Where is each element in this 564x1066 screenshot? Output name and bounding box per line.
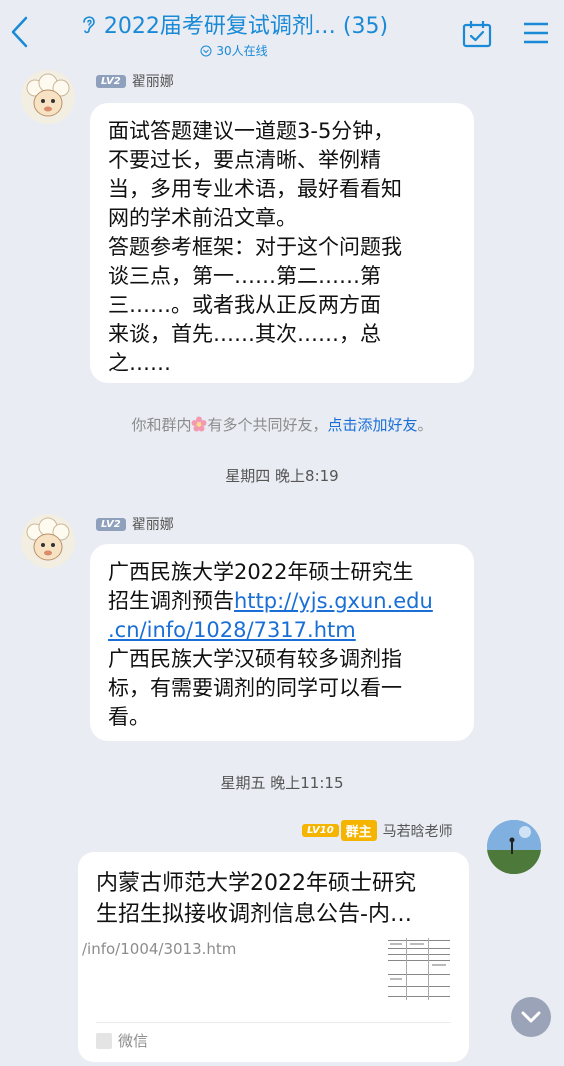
message-bubble[interactable]: 广西民族大学2022年硕士研究生 招生调剂预告http://yjs.gxun.e… bbox=[90, 544, 474, 741]
message-line: 谈三点，第一……第二……第 bbox=[108, 264, 381, 288]
back-arrow-icon[interactable] bbox=[8, 14, 32, 50]
system-notice: 你和群内 有多个共同好友，点击添加好友。 bbox=[0, 414, 564, 435]
message-line: 来谈，首先……其次……，总 bbox=[108, 322, 381, 346]
message-line: 当，多用专业术语，最好看看知 bbox=[108, 177, 402, 201]
ear-icon bbox=[83, 16, 95, 34]
message-link[interactable]: http://yjs.gxun.edu bbox=[234, 589, 433, 613]
sheep-avatar-icon bbox=[21, 70, 75, 124]
avatar[interactable] bbox=[487, 820, 541, 874]
link-share-card[interactable]: 内蒙古师范大学2022年硕士研究 生招生拟接收调剂信息公告-内… /info/1… bbox=[78, 852, 469, 1062]
sheep-avatar-icon bbox=[21, 514, 75, 568]
online-count: 30人在线 bbox=[216, 44, 268, 58]
flower-icon bbox=[191, 416, 207, 432]
message-line: 标，有需要调剂的同学可以看一 bbox=[108, 676, 402, 700]
level-badge: LV10 bbox=[302, 824, 339, 837]
system-text: 有多个共同好友， bbox=[207, 416, 328, 434]
message-line: 面试答题建议一道题3-5分钟， bbox=[108, 119, 395, 143]
card-title-line: 内蒙古师范大学2022年硕士研究 bbox=[96, 871, 416, 896]
online-chevron-icon bbox=[200, 45, 212, 56]
sender-name[interactable]: 马若晗老师 bbox=[383, 821, 453, 841]
sender-info: LV10 群主 马若晗老师 bbox=[302, 820, 453, 841]
timestamp: 星期五 晚上11:15 bbox=[220, 774, 344, 792]
timestamp: 星期四 晚上8:19 bbox=[225, 467, 339, 485]
sender-name[interactable]: 翟丽娜 bbox=[132, 71, 174, 91]
card-url: /info/1004/3013.htm bbox=[82, 940, 237, 958]
message-line: 答题参考框架：对于这个问题我 bbox=[108, 235, 402, 259]
message-line: .cn/info/1028/7317.htm bbox=[108, 616, 456, 645]
add-friend-link[interactable]: 点击添加好友 bbox=[328, 416, 418, 434]
message-line: 不要过长，要点清晰、举例精 bbox=[108, 148, 381, 172]
avatar[interactable] bbox=[21, 70, 75, 124]
card-title: 内蒙古师范大学2022年硕士研究 生招生拟接收调剂信息公告-内… bbox=[96, 868, 456, 930]
chat-title: 2022届考研复试调剂… (35) bbox=[103, 14, 389, 39]
sender-name[interactable]: 翟丽娜 bbox=[132, 514, 174, 534]
sender-info: LV2 翟丽娜 bbox=[96, 514, 174, 534]
message-line: 招生调剂预告http://yjs.gxun.edu bbox=[108, 587, 456, 616]
system-text: 。 bbox=[417, 416, 433, 434]
message-line: 看。 bbox=[108, 705, 150, 729]
chat-header: 2022届考研复试调剂… (35) 30人在线 bbox=[0, 0, 564, 64]
chat-title-area[interactable]: 2022届考研复试调剂… (35) 30人在线 bbox=[64, 8, 404, 59]
card-source: 微信 bbox=[96, 1030, 148, 1051]
message-line: 三……。或者我从正反两方面 bbox=[108, 293, 381, 317]
wechat-source-icon bbox=[96, 1032, 112, 1049]
sender-info: LV2 翟丽娜 bbox=[96, 71, 174, 91]
message-link[interactable]: .cn/info/1028/7317.htm bbox=[108, 618, 356, 642]
card-title-line: 生招生拟接收调剂信息公告-内… bbox=[96, 902, 412, 927]
message-line: 网的学术前沿文章。 bbox=[108, 206, 297, 230]
message-text: 招生调剂预告 bbox=[108, 589, 234, 613]
divider bbox=[96, 1022, 451, 1023]
menu-icon[interactable] bbox=[522, 20, 550, 46]
level-badge: LV2 bbox=[96, 74, 126, 88]
level-badge: LV2 bbox=[96, 517, 126, 531]
system-text: 你和群内 bbox=[131, 416, 192, 434]
scroll-down-button[interactable] bbox=[511, 997, 551, 1037]
calendar-check-icon[interactable] bbox=[462, 20, 492, 48]
message-line: 之…… bbox=[108, 351, 171, 375]
message-line: 广西民族大学汉硕有较多调剂指 bbox=[108, 647, 402, 671]
landscape-avatar-icon bbox=[487, 820, 541, 874]
chevron-down-icon bbox=[521, 1011, 541, 1023]
document-thumbnail-icon bbox=[384, 934, 454, 1004]
card-source-label: 微信 bbox=[118, 1032, 149, 1050]
message-bubble[interactable]: 面试答题建议一道题3-5分钟， 不要过长，要点清晰、举例精 当，多用专业术语，最… bbox=[90, 103, 474, 383]
avatar[interactable] bbox=[21, 514, 75, 568]
group-owner-badge: 群主 bbox=[340, 820, 377, 841]
message-line: 广西民族大学2022年硕士研究生 bbox=[108, 560, 414, 584]
